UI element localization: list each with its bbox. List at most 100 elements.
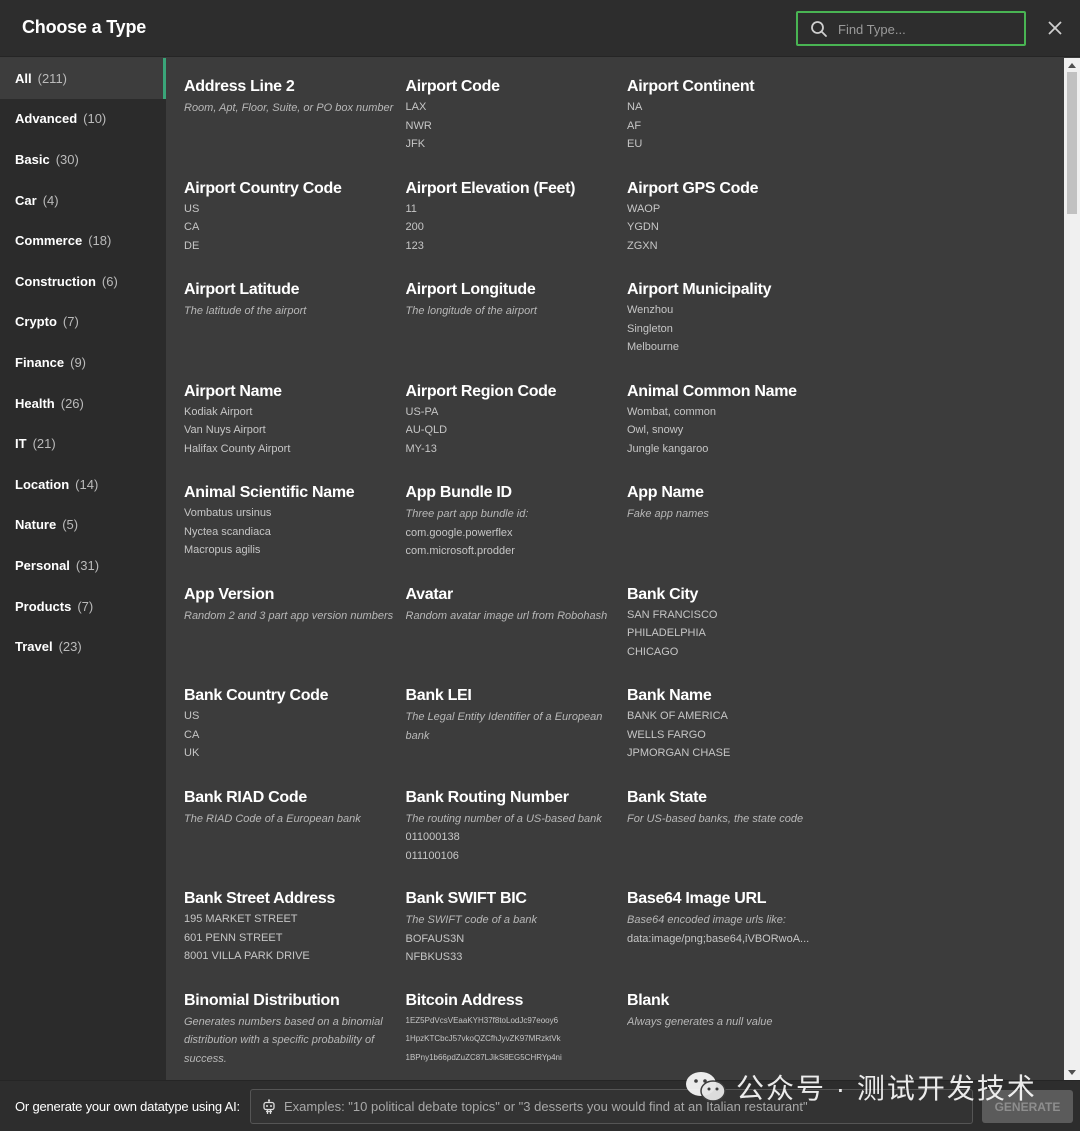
type-description: Random 2 and 3 part app version numbers — [184, 609, 394, 622]
type-card[interactable]: Airport Longitude The longitude of the ai… — [406, 279, 628, 381]
close-icon[interactable] — [1044, 17, 1066, 39]
type-card[interactable]: Bank Country Code US CA UK — [184, 685, 406, 787]
type-card[interactable]: Bank SWIFT BIC The SWIFT code of a bank BO… — [406, 888, 628, 990]
type-example: Jungle kangaroo — [627, 442, 709, 455]
type-example: JFK — [405, 138, 426, 150]
search-input[interactable] — [838, 17, 1018, 41]
ai-prompt-box[interactable] — [250, 1089, 973, 1124]
type-card[interactable]: Avatar Random avatar image url from Roboh… — [406, 584, 628, 686]
sidebar-item-crypto[interactable]: Crypto (7) — [0, 302, 166, 343]
type-card[interactable]: Bank RIAD Code The RIAD Code of a Europea… — [184, 787, 406, 889]
sidebar-item-advanced[interactable]: Advanced (10) — [0, 99, 166, 140]
sidebar-item-basic[interactable]: Basic (30) — [0, 139, 166, 180]
category-name: Advanced — [15, 111, 78, 127]
type-card[interactable]: Airport Continent NA AF EU — [627, 76, 844, 178]
sidebar-item-all[interactable]: All (211) — [0, 58, 166, 99]
ai-prompt-input[interactable] — [284, 1095, 964, 1118]
type-name: Airport Name — [184, 382, 282, 400]
scroll-up-arrow-icon[interactable] — [1068, 63, 1076, 68]
sidebar-item-nature[interactable]: Nature (5) — [0, 505, 166, 546]
type-name: Airport Longitude — [405, 281, 536, 298]
type-name: Airport Elevation (Feet) — [405, 179, 576, 197]
type-card[interactable]: Airport Code LAX NWR JFK — [406, 76, 628, 178]
type-card[interactable]: Airport Municipality Wenzhou Singleton Melb… — [627, 279, 844, 381]
type-example: BOFAUS3N — [405, 932, 465, 945]
type-description: Random avatar image url from Robohash — [405, 609, 608, 622]
type-card[interactable]: Address Line 2 Room, Apt, Floor, Suite, o… — [184, 76, 406, 178]
type-name: App Version — [184, 585, 275, 603]
category-name: Construction — [15, 273, 96, 289]
type-name: Airport Code — [405, 78, 500, 95]
type-example: NA — [627, 101, 643, 113]
type-example: Singleton — [627, 322, 673, 335]
ai-generate-bar: Or generate your own datatype using AI: … — [0, 1080, 1080, 1131]
type-card[interactable]: Airport Country Code US CA DE — [184, 178, 406, 280]
type-card[interactable]: Airport Latitude The latitude of the airp… — [184, 279, 406, 381]
category-count: (31) — [75, 557, 100, 573]
category-name: Personal — [15, 557, 70, 573]
type-card[interactable]: App Bundle ID Three part app bundle id: co… — [406, 482, 628, 584]
type-card[interactable]: Binomial Distribution Generates numbers b… — [184, 990, 406, 1081]
sidebar-item-travel[interactable]: Travel (23) — [0, 626, 166, 667]
type-name: Bitcoin Address — [405, 991, 524, 1009]
type-card[interactable]: Bank Street Address 195 MARKET STREET 601 … — [184, 888, 406, 990]
category-count: (23) — [58, 639, 82, 655]
type-example: NFBKUS33 — [405, 951, 463, 963]
scroll-down-arrow-icon[interactable] — [1068, 1070, 1076, 1075]
sidebar-item-personal[interactable]: Personal (31) — [0, 545, 166, 586]
type-name: Bank Country Code — [184, 687, 329, 704]
sidebar-item-car[interactable]: Car (4) — [0, 180, 166, 221]
generate-button[interactable]: GENERATE — [982, 1090, 1073, 1123]
type-card[interactable]: Base64 Image URL Base64 encoded image url… — [627, 888, 844, 990]
type-card[interactable]: Animal Scientific Name Vombatus ursinus Ny… — [184, 482, 406, 584]
type-card[interactable]: Airport Elevation (Feet) 11 200 123 — [406, 178, 628, 280]
sidebar-item-finance[interactable]: Finance (9) — [0, 342, 166, 383]
dialog-header: Choose a Type — [0, 0, 1080, 57]
category-count: (9) — [70, 354, 87, 370]
type-card[interactable]: Airport GPS Code WAOP YGDN ZGXN — [627, 178, 844, 280]
category-count: (6) — [101, 273, 118, 289]
robot-icon — [263, 1099, 275, 1114]
type-card[interactable]: Bitcoin Address 1EZ5PdVcsVEaaKYH37f8toLod… — [406, 990, 628, 1081]
type-example: YGDN — [627, 221, 659, 233]
type-description: Generates numbers based on a binomial di… — [184, 1015, 383, 1065]
type-name: Bank SWIFT BIC — [405, 890, 527, 907]
type-name: Bank Name — [627, 687, 712, 704]
type-card[interactable]: Airport Region Code US-PA AU-QLD MY-13 — [406, 381, 628, 483]
type-example: 601 PENN STREET — [184, 931, 283, 944]
sidebar-item-products[interactable]: Products (7) — [0, 586, 166, 627]
type-card[interactable]: Animal Common Name Wombat, common Owl, sno… — [627, 381, 844, 483]
scrollbar-thumb[interactable] — [1067, 72, 1077, 214]
type-card[interactable]: Bank Routing Number The routing number of… — [406, 787, 628, 889]
type-name: Airport Region Code — [405, 382, 557, 400]
type-example: Van Nuys Airport — [184, 424, 266, 436]
type-name: App Bundle ID — [405, 484, 513, 501]
type-name: Airport Continent — [627, 78, 755, 95]
type-card[interactable]: Bank Name BANK OF AMERICA WELLS FARGO JPMOR… — [627, 685, 844, 787]
sidebar-item-commerce[interactable]: Commerce (18) — [0, 220, 166, 261]
category-name: All — [15, 70, 32, 86]
type-card[interactable]: App Version Random 2 and 3 part app versi… — [184, 584, 406, 686]
type-card[interactable]: Airport Name Kodiak Airport Van Nuys Airpo… — [184, 381, 406, 483]
sidebar-item-location[interactable]: Location (14) — [0, 464, 166, 505]
type-description: For US-based banks, the state code — [627, 812, 804, 825]
sidebar-item-it[interactable]: IT (21) — [0, 423, 166, 464]
category-name: Commerce — [15, 233, 83, 249]
type-example: AU-QLD — [405, 424, 448, 436]
type-card[interactable]: Blank Always generates a null value — [627, 990, 844, 1081]
vertical-scrollbar[interactable] — [1064, 58, 1080, 1080]
type-example: SAN FRANCISCO — [627, 608, 718, 621]
type-card[interactable]: Bank State For US-based banks, the state … — [627, 787, 844, 889]
type-card[interactable]: App Name Fake app names — [627, 482, 844, 584]
type-example: Wenzhou — [627, 304, 674, 316]
category-name: Nature — [15, 517, 57, 533]
type-example: US — [184, 202, 200, 215]
sidebar-item-construction[interactable]: Construction (6) — [0, 261, 166, 302]
type-example: US-PA — [405, 405, 439, 418]
ai-generate-label: Or generate your own datatype using AI: — [15, 1099, 240, 1114]
sidebar-item-health[interactable]: Health (26) — [0, 383, 166, 424]
type-name: Address Line 2 — [184, 78, 295, 95]
search-box[interactable] — [796, 11, 1026, 46]
type-card[interactable]: Bank LEI The Legal Entity Identifier of a… — [406, 685, 628, 787]
type-card[interactable]: Bank City SAN FRANCISCO PHILADELPHIA CHICAG… — [627, 584, 844, 686]
